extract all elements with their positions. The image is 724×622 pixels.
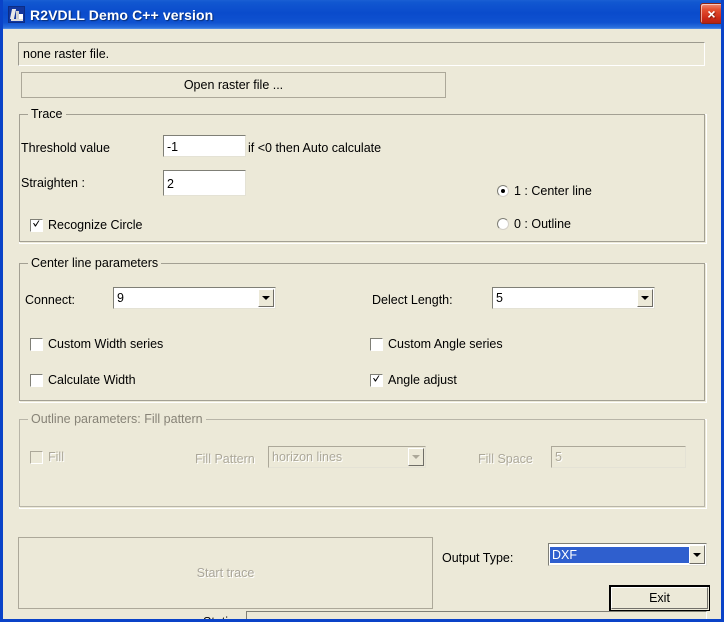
checkbox-box — [370, 373, 383, 387]
fill-pattern-combo-value: horizon lines — [272, 450, 343, 464]
custom-angle-series-checkbox[interactable]: Custom Angle series — [370, 337, 503, 351]
threshold-value-input[interactable]: -1 — [163, 135, 246, 157]
custom-angle-series-label: Custom Angle series — [388, 337, 503, 351]
checkbox-box — [30, 337, 43, 351]
checkbox-box — [30, 218, 43, 232]
close-button[interactable]: × — [700, 3, 721, 24]
check-icon — [33, 220, 40, 226]
chevron-down-icon[interactable] — [408, 448, 424, 466]
threshold-hint-label: if <0 then Auto calculate — [248, 141, 382, 155]
threshold-value-label: Threshold value — [21, 141, 110, 155]
output-type-combo[interactable]: DXF — [548, 543, 707, 566]
radio-circle — [497, 218, 509, 230]
checkbox-box — [30, 373, 43, 387]
window-title: R2VDLL Demo C++ version — [30, 6, 214, 23]
output-type-label: Output Type: — [442, 551, 514, 565]
chevron-down-icon[interactable] — [689, 545, 705, 564]
connect-combo[interactable]: 9 — [113, 287, 276, 309]
exit-button[interactable]: Exit — [609, 585, 710, 611]
fill-space-label: Fill Space — [478, 452, 533, 466]
center-line-group-label: Center line parameters — [28, 256, 162, 270]
dialog-client-area: none raster file. Open raster file ... T… — [3, 29, 721, 619]
trace-group-label: Trace — [28, 107, 66, 121]
fill-space-input[interactable]: 5 — [551, 446, 686, 468]
custom-width-series-label: Custom Width series — [48, 337, 164, 351]
connect-combo-value: 9 — [117, 291, 124, 305]
check-icon — [373, 375, 380, 381]
delect-length-combo-value: 5 — [496, 291, 503, 305]
recognize-circle-checkbox[interactable]: Recognize Circle — [30, 218, 142, 232]
connect-label: Connect: — [25, 293, 76, 307]
angle-adjust-label: Angle adjust — [388, 373, 457, 387]
fill-pattern-combo[interactable]: horizon lines — [268, 446, 426, 468]
application-window: R2VDLL Demo C++ version × none raster fi… — [0, 0, 724, 622]
checkbox-box — [30, 450, 43, 464]
custom-width-series-checkbox[interactable]: Custom Width series — [30, 337, 163, 351]
radio-outline[interactable]: 0 : Outline — [497, 217, 571, 231]
recognize-circle-label: Recognize Circle — [48, 218, 143, 232]
open-raster-file-button[interactable]: Open raster file ... — [21, 72, 446, 98]
delect-length-combo[interactable]: 5 — [492, 287, 655, 309]
fill-pattern-label: Fill Pattern — [195, 452, 255, 466]
fill-label: Fill — [48, 450, 64, 464]
radio-center-line[interactable]: 1 : Center line — [497, 184, 592, 198]
start-trace-button[interactable]: Start trace — [18, 537, 433, 609]
fill-checkbox[interactable]: Fill — [30, 450, 64, 464]
fill-space-value: 5 — [555, 450, 562, 464]
radio-outline-label: 0 : Outline — [514, 217, 571, 231]
chevron-down-icon[interactable] — [258, 289, 274, 307]
outline-group-label: Outline parameters: Fill pattern — [28, 412, 206, 426]
title-bar: R2VDLL Demo C++ version × — [3, 0, 721, 29]
calculate-width-label: Calculate Width — [48, 373, 136, 387]
calculate-width-checkbox[interactable]: Calculate Width — [30, 373, 136, 387]
straighten-label: Straighten : — [21, 176, 85, 190]
checkbox-box — [370, 337, 383, 351]
raster-file-status: none raster file. — [18, 42, 705, 66]
status-progress-bar — [246, 611, 707, 619]
chevron-down-icon[interactable] — [637, 289, 653, 307]
angle-adjust-checkbox[interactable]: Angle adjust — [370, 373, 457, 387]
straighten-input[interactable]: 2 — [163, 170, 246, 196]
radio-center-line-label: 1 : Center line — [514, 184, 592, 198]
output-type-combo-value: DXF — [550, 546, 689, 563]
radio-circle — [497, 185, 509, 197]
status-label: Static — [203, 615, 235, 622]
app-icon — [8, 6, 25, 23]
exit-button-label: Exit — [611, 587, 708, 609]
delect-length-label: Delect Length: — [372, 293, 453, 307]
close-icon: × — [707, 5, 716, 22]
